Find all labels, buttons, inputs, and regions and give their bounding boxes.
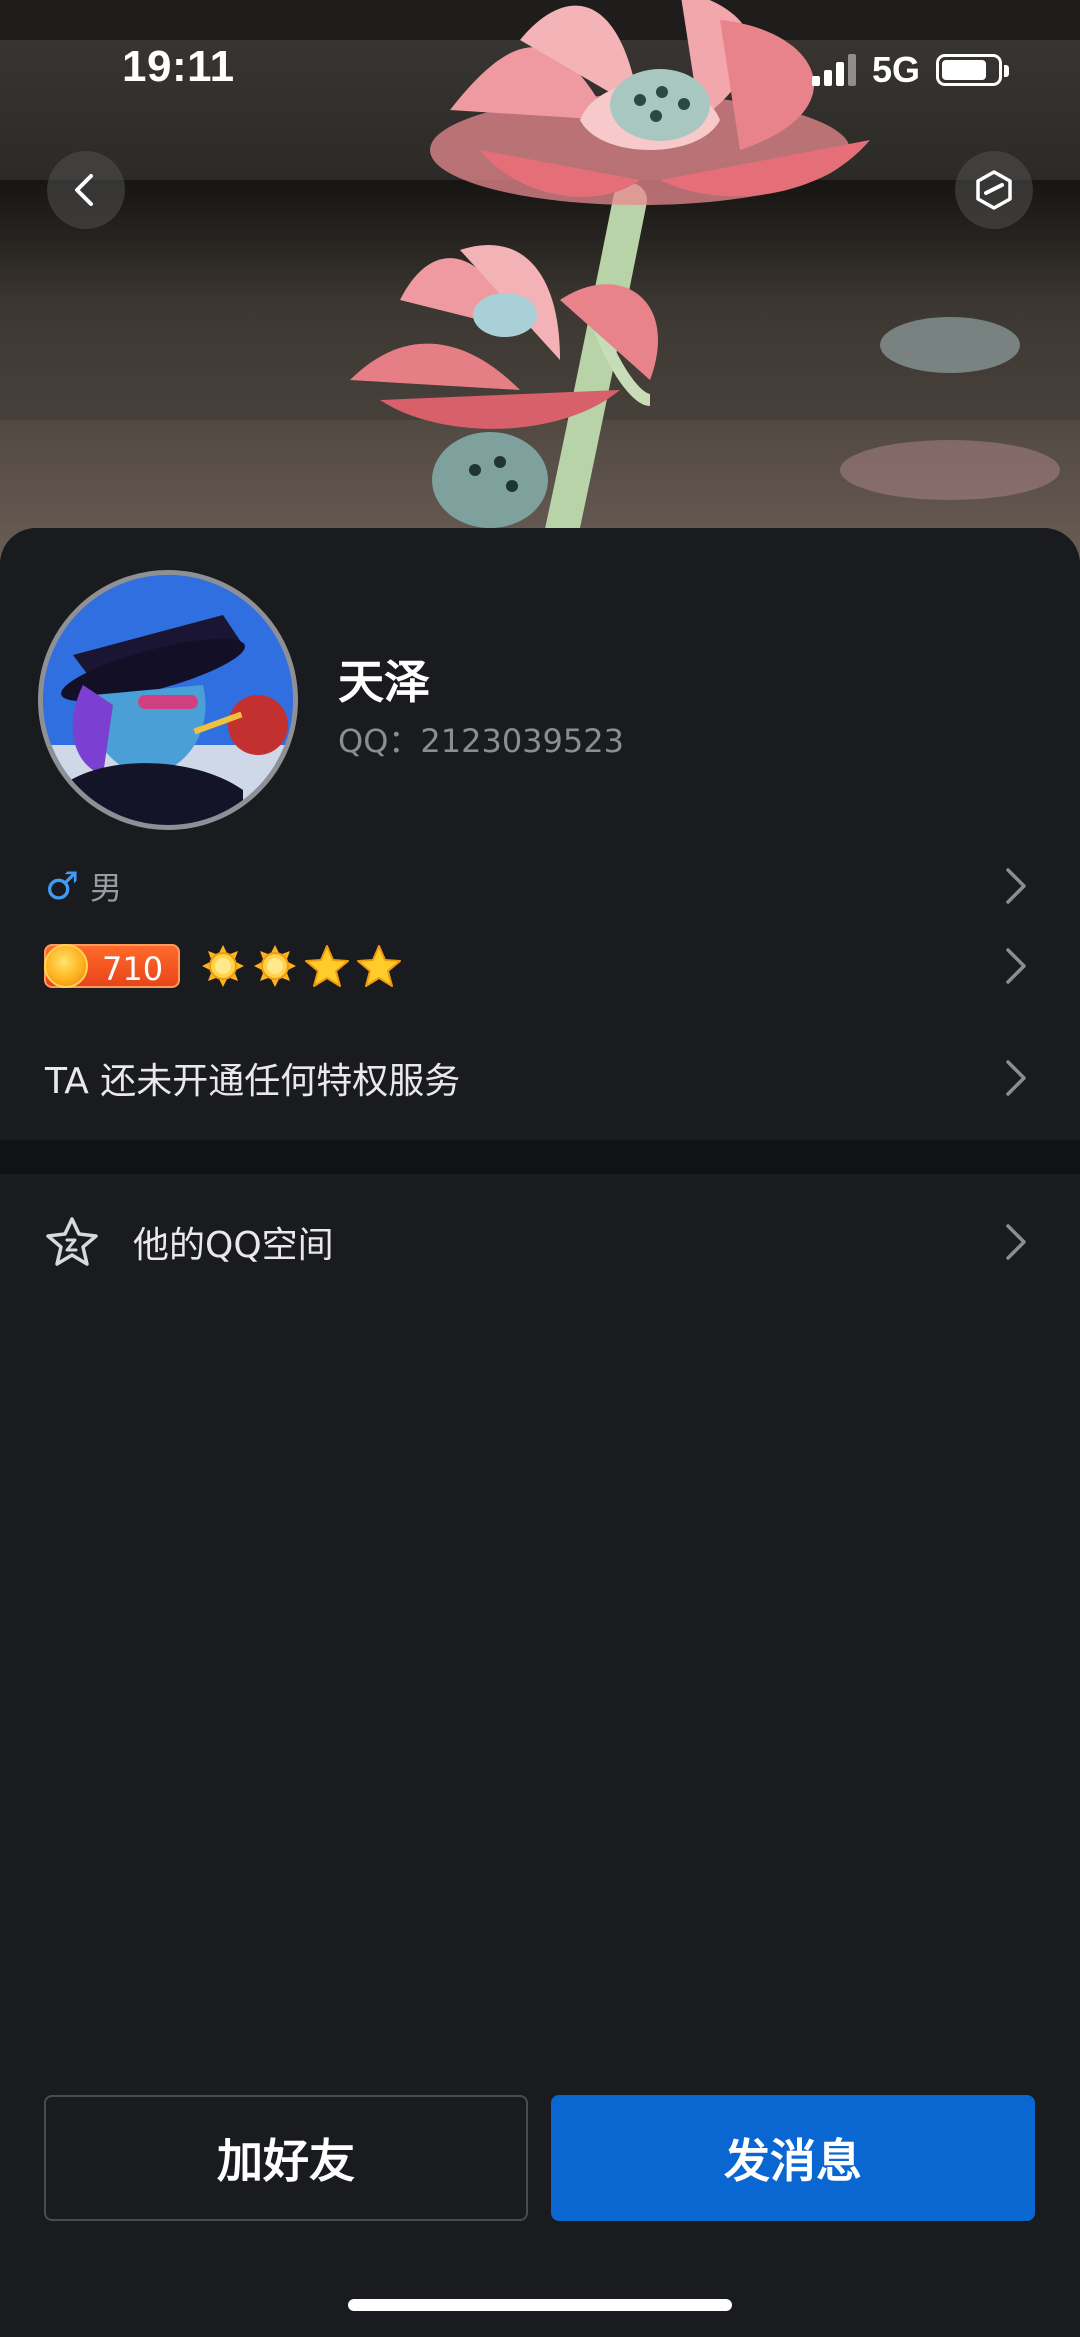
qzone-row[interactable]: 他的QQ空间 — [0, 1212, 1080, 1272]
sun-icon — [202, 945, 244, 987]
status-icons: 5G — [811, 49, 1009, 90]
chevron-left-icon — [75, 174, 93, 206]
chevron-right-icon — [1006, 1060, 1026, 1096]
add-friend-button[interactable]: 加好友 — [44, 2095, 528, 2221]
avatar[interactable] — [38, 570, 298, 830]
star-icon — [357, 945, 401, 987]
send-message-button[interactable]: 发消息 — [551, 2095, 1035, 2221]
home-indicator[interactable] — [348, 2299, 732, 2311]
star-icon — [305, 945, 349, 987]
level-badge: 710 — [44, 944, 180, 988]
profile-name: 天泽 — [338, 655, 430, 709]
level-badges — [200, 940, 402, 992]
level-coin-icon — [44, 944, 88, 988]
gender-label: 男 — [90, 869, 123, 907]
qzone-label: 他的QQ空间 — [133, 1225, 334, 1266]
level-number: 710 — [102, 950, 164, 988]
chevron-right-icon — [1006, 1224, 1026, 1260]
sun-icon — [254, 945, 296, 987]
profile-screen: 19:11 5G 天泽 QQ：2123039523 ♂ 男 710 TA 还未开… — [0, 0, 1080, 2337]
star-outline-icon — [46, 1217, 98, 1266]
hexagon-cube-icon — [976, 170, 1012, 210]
network-type: 5G — [871, 49, 920, 90]
section-divider — [0, 1140, 1080, 1174]
chevron-right-icon — [1006, 868, 1026, 904]
signal-icon — [811, 54, 856, 86]
chevron-right-icon — [1006, 948, 1026, 984]
cover-photo[interactable]: 19:11 5G — [0, 0, 1080, 560]
avatar-image — [43, 575, 293, 825]
status-time: 19:11 — [122, 42, 235, 91]
male-icon: ♂ — [45, 864, 80, 908]
more-button[interactable] — [955, 151, 1033, 229]
privilege-text: TA 还未开通任何特权服务 — [45, 1061, 461, 1102]
back-button[interactable] — [47, 151, 125, 229]
battery-icon — [936, 54, 1009, 86]
level-row[interactable]: 710 — [0, 940, 1080, 992]
qq-number: QQ：2123039523 — [338, 722, 624, 760]
privilege-row[interactable]: TA 还未开通任何特权服务 — [0, 1050, 1080, 1106]
gender-row[interactable]: ♂ 男 — [0, 860, 1080, 912]
